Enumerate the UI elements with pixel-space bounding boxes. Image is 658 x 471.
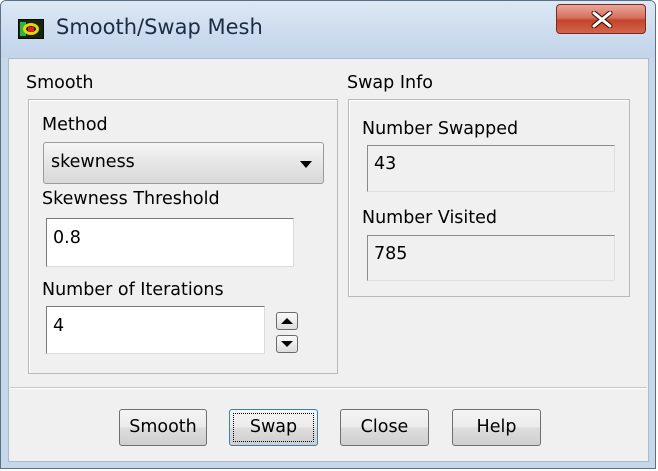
skewness-threshold-input[interactable]: 0.8 xyxy=(46,218,294,267)
focus-indicator xyxy=(233,413,314,442)
smooth-group: Method skewness Skewness Threshold 0.8 N… xyxy=(28,99,338,374)
app-icon[interactable] xyxy=(18,19,44,39)
method-dropdown[interactable]: skewness xyxy=(43,142,324,184)
swap-info-group-label: Swap Info xyxy=(347,73,433,93)
help-button[interactable]: Help xyxy=(452,409,541,446)
method-label: Method xyxy=(42,115,108,135)
arrow-down-icon xyxy=(281,341,293,347)
skewness-threshold-value: 0.8 xyxy=(53,228,81,248)
title-bar[interactable]: Smooth/Swap Mesh xyxy=(1,1,655,57)
swap-info-group: Number Swapped 43 Number Visited 785 xyxy=(348,99,630,297)
number-swapped-field: 43 xyxy=(367,145,615,192)
separator xyxy=(10,387,647,389)
skewness-threshold-label: Skewness Threshold xyxy=(42,189,220,209)
close-icon xyxy=(591,11,613,28)
smooth-swap-mesh-window: Smooth/Swap Mesh Smooth Method skewness … xyxy=(0,0,656,469)
iterations-decrement-button[interactable] xyxy=(276,335,298,353)
iterations-label: Number of Iterations xyxy=(42,280,224,300)
number-swapped-value: 43 xyxy=(374,154,397,174)
arrow-up-icon xyxy=(281,318,293,324)
swap-button[interactable]: Swap xyxy=(229,409,318,446)
number-visited-value: 785 xyxy=(374,244,408,264)
window-title: Smooth/Swap Mesh xyxy=(56,15,263,39)
chevron-down-icon xyxy=(300,161,312,168)
smooth-button[interactable]: Smooth xyxy=(119,409,207,446)
close-button[interactable]: Close xyxy=(340,409,429,446)
iterations-increment-button[interactable] xyxy=(276,312,298,330)
window-close-button[interactable] xyxy=(556,4,646,34)
number-swapped-label: Number Swapped xyxy=(362,119,519,139)
dialog-body: Smooth Method skewness Skewness Threshol… xyxy=(8,58,649,462)
iterations-input[interactable]: 4 xyxy=(46,306,265,354)
method-value: skewness xyxy=(51,152,135,172)
number-visited-label: Number Visited xyxy=(362,208,498,228)
number-visited-field: 785 xyxy=(367,235,615,281)
iterations-value: 4 xyxy=(53,316,65,336)
smooth-group-label: Smooth xyxy=(26,73,94,93)
